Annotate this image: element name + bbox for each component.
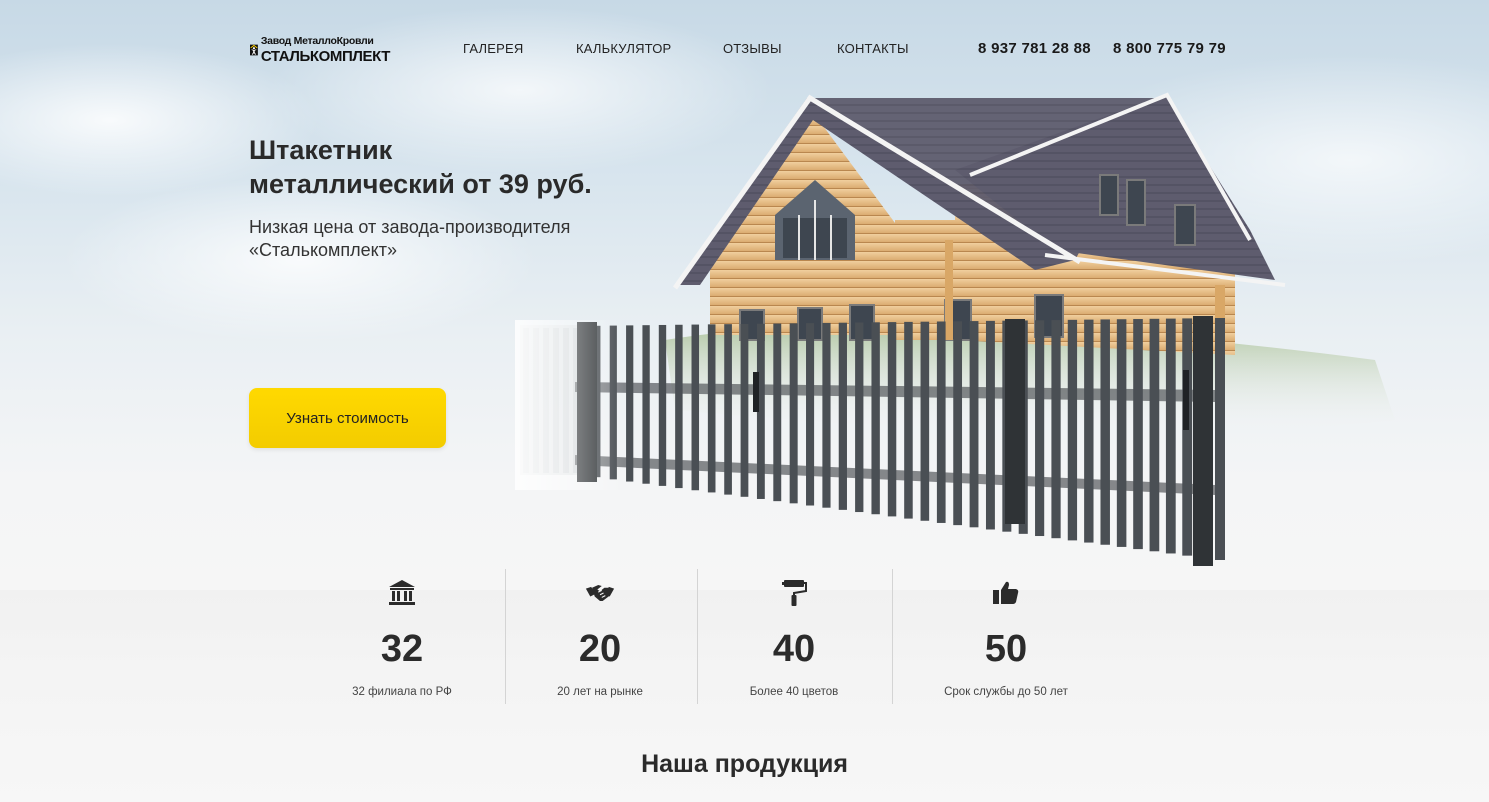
fence-picket — [1067, 319, 1078, 541]
fence-picket — [855, 322, 864, 513]
fence-picket — [1133, 319, 1143, 550]
get-price-button[interactable]: Узнать стоимость — [249, 388, 446, 448]
logo-man-icon — [250, 44, 258, 56]
stat-colors: 40 Более 40 цветов — [744, 570, 844, 704]
fence-picket — [789, 323, 798, 504]
phone-link-2[interactable]: 8 800 775 79 79 — [1113, 40, 1226, 57]
fence-post — [1193, 316, 1213, 566]
nav-calculator[interactable]: КАЛЬКУЛЯТОР — [576, 41, 671, 56]
nav-gallery[interactable]: ГАЛЕРЕЯ — [463, 41, 523, 56]
fence-picket — [806, 323, 815, 506]
stat-number: 32 — [380, 628, 424, 670]
stat-label: Более 40 цветов — [749, 686, 839, 698]
logo-line2: СТАЛЬКОМПЛЕКТ — [260, 47, 391, 65]
fence-picket — [642, 325, 650, 484]
site-logo[interactable]: Завод МеталлоКровли СТАЛЬКОМПЛЕКТ — [250, 33, 390, 67]
stat-divider — [697, 569, 698, 704]
stat-divider — [892, 569, 893, 704]
fence-picket — [773, 323, 782, 502]
fence-picket — [691, 324, 700, 491]
stat-lifetime: 50 Срок службы до 50 лет — [936, 570, 1076, 704]
fence-picket — [1215, 318, 1225, 560]
fence-picket — [871, 322, 880, 515]
stat-branches: 32 32 филиала по РФ — [352, 570, 452, 704]
stat-number: 40 — [772, 628, 816, 670]
fence-picket — [707, 324, 716, 493]
fence-picket — [838, 322, 847, 510]
fence-picket — [1100, 319, 1110, 545]
fence-picket — [920, 321, 930, 521]
fence-picket — [1165, 318, 1176, 554]
fence-picket — [985, 320, 995, 530]
fence-picket — [1035, 320, 1045, 537]
fence-picket — [1182, 318, 1193, 556]
logo-line1: Завод МеталлоКровли — [260, 35, 374, 48]
hero-title-line1: Штакетник — [249, 135, 393, 165]
nav-contacts[interactable]: КОНТАКТЫ — [837, 41, 909, 56]
nav-reviews[interactable]: ОТЗЫВЫ — [723, 41, 782, 56]
stat-years: 20 20 лет на рынке — [550, 570, 650, 704]
stat-number: 50 — [984, 628, 1028, 670]
phone-link-1[interactable]: 8 937 781 28 88 — [978, 40, 1091, 57]
house-fence-illustration — [515, 92, 1395, 566]
fence-picket — [658, 324, 667, 486]
fence-picket — [953, 321, 963, 526]
stat-divider — [505, 569, 506, 704]
paint-roller-icon — [782, 580, 807, 606]
handshake-icon — [585, 585, 615, 601]
fence-picket — [969, 321, 979, 528]
stat-label: Срок службы до 50 лет — [944, 686, 1068, 698]
fence-picket — [1051, 320, 1061, 539]
fence-picket — [626, 325, 634, 482]
bank-building-icon — [389, 580, 415, 605]
stat-label: 20 лет на рынке — [557, 686, 643, 698]
fence-picket — [675, 324, 683, 489]
fence-picket — [740, 323, 749, 497]
fence-picket — [936, 321, 946, 523]
fence-picket — [904, 321, 913, 519]
fence-post — [1005, 319, 1025, 524]
fence-picket — [1084, 319, 1094, 543]
fence-picket — [822, 322, 831, 508]
fence-picket — [724, 324, 732, 495]
stat-label: 32 филиала по РФ — [352, 686, 452, 698]
hero-subtitle-line2: «Сталькомплект» — [249, 240, 397, 260]
fence-picket — [887, 322, 897, 517]
products-section-title: Наша продукция — [641, 750, 848, 778]
stat-number: 20 — [578, 628, 622, 670]
fence-picket — [1116, 319, 1127, 547]
thumbs-up-icon — [993, 581, 1019, 604]
fence-picket — [1149, 318, 1160, 552]
